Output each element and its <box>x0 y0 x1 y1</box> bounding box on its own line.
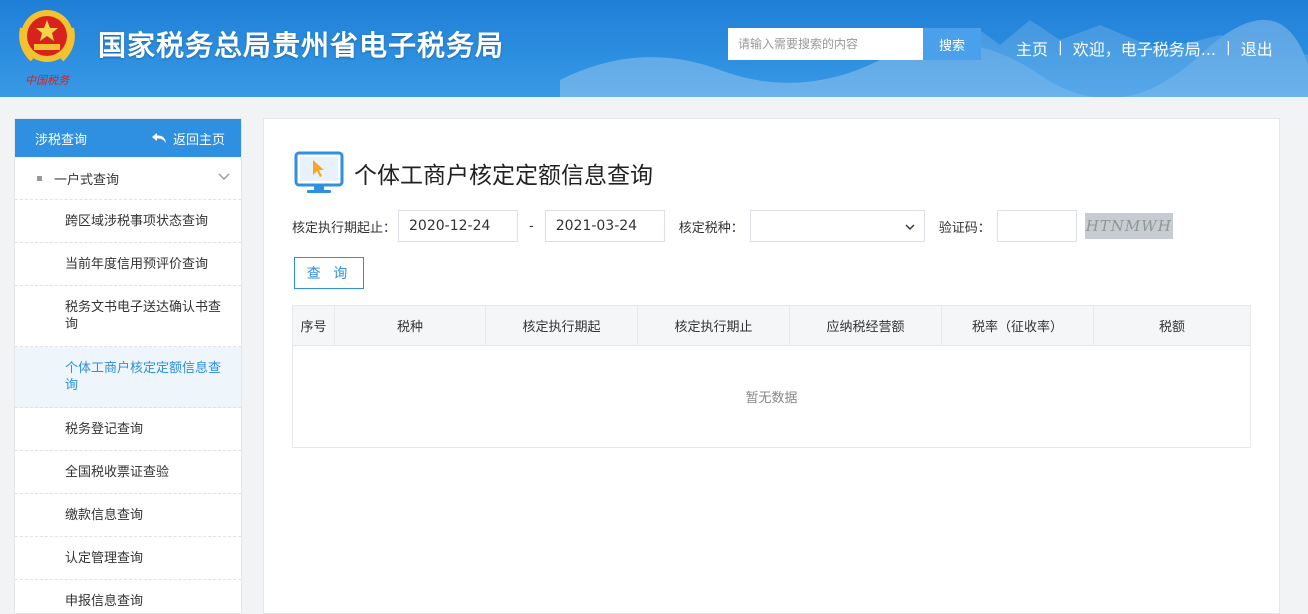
captcha-label: 验证码： <box>938 220 991 236</box>
tax-type-label: 核定税种： <box>678 220 744 236</box>
sidebar-item-credit-pre-evaluation[interactable]: 当前年度信用预评价查询 <box>15 243 241 286</box>
tax-type-select[interactable] <box>749 210 925 242</box>
sidebar-item-qualification-query[interactable]: 认定管理查询 <box>15 537 241 580</box>
column-header: 税额 <box>1158 320 1185 335</box>
sidebar-item-label: 税务文书电子送达确认书查询 <box>65 300 222 332</box>
tax-emblem-logo: 中国税务 <box>14 6 80 88</box>
column-header: 序号 <box>293 306 335 345</box>
main-panel: 个体工商户核定定额信息查询 核定执行期起止： 2020-12-24 - 2021… <box>263 118 1280 614</box>
search-input[interactable] <box>728 28 923 60</box>
sidebar-item-label: 缴款信息查询 <box>65 507 144 523</box>
nav-separator: | <box>1226 40 1231 56</box>
sidebar-group-label: 一户式查询 <box>54 172 120 188</box>
sidebar-item-payment-info[interactable]: 缴款信息查询 <box>15 494 241 537</box>
nav-separator: | <box>1058 40 1063 56</box>
bullet-icon <box>37 175 42 181</box>
query-form: 核定执行期起止： 2020-12-24 - 2021-03-24 核定税种： 验… <box>292 210 1173 242</box>
date-separator: - <box>529 218 534 234</box>
sidebar-item-label: 当前年度信用预评价查询 <box>65 256 209 272</box>
back-arrow-icon <box>151 133 166 143</box>
sidebar-item-label: 个体工商户核定定额信息查询 <box>65 361 222 393</box>
sidebar-item-declaration-query[interactable]: 申报信息查询 <box>15 580 241 614</box>
period-label: 核定执行期起止： <box>292 220 397 236</box>
back-home-label: 返回主页 <box>172 132 225 148</box>
column-header: 核定执行期起 <box>486 306 638 345</box>
sidebar-item-individual-quota-query[interactable]: 个体工商户核定定额信息查询 <box>15 347 241 408</box>
monitor-cursor-icon <box>294 151 344 193</box>
chevron-down-icon <box>905 224 915 230</box>
result-table: 序号 税种 核定执行期起 核定执行期止 应纳税经营额 税率（征收率） 税额 暂无… <box>292 305 1251 448</box>
page-heading: 个体工商户核定定额信息查询 <box>294 151 653 195</box>
sidebar-item-tax-receipt-check[interactable]: 全国税收票证查验 <box>15 451 241 494</box>
sidebar-item-label: 申报信息查询 <box>65 593 144 609</box>
top-header: 中国税务 国家税务总局贵州省电子税务局 搜索 主页 | 欢迎，电子税务局... … <box>0 0 1308 97</box>
page-title: 个体工商户核定定额信息查询 <box>354 163 653 189</box>
chevron-down-icon <box>218 173 230 180</box>
column-header: 核定执行期止 <box>638 306 790 345</box>
empty-state-text: 暂无数据 <box>745 391 798 406</box>
column-header: 税种 <box>335 306 486 345</box>
svg-text:中国税务: 中国税务 <box>25 74 70 87</box>
nav-logout-link[interactable]: 退出 <box>1241 36 1273 60</box>
sidebar-title: 涉税查询 <box>35 132 88 148</box>
column-header: 应纳税经营额 <box>790 306 942 345</box>
sidebar-item-label: 税务登记查询 <box>65 421 144 437</box>
sidebar-header: 涉税查询 返回主页 <box>15 119 241 157</box>
sidebar-item-label: 认定管理查询 <box>65 550 144 566</box>
back-home-link[interactable]: 返回主页 <box>151 129 225 148</box>
table-header: 序号 税种 核定执行期起 核定执行期止 应纳税经营额 税率（征收率） 税额 <box>293 306 1250 346</box>
search-button[interactable]: 搜索 <box>923 28 981 60</box>
end-date-input[interactable]: 2021-03-24 <box>544 210 665 242</box>
sidebar-item-tax-registration[interactable]: 税务登记查询 <box>15 408 241 451</box>
captcha-image[interactable]: HTNMWH <box>1084 213 1173 239</box>
site-title: 国家税务总局贵州省电子税务局 <box>98 29 505 62</box>
sidebar-item-cross-region-status[interactable]: 跨区域涉税事项状态查询 <box>15 200 241 243</box>
captcha-input[interactable] <box>996 210 1077 242</box>
sidebar: 涉税查询 返回主页 一户式查询 跨区域涉税事项状态查询 当前年度信用预评价查询 … <box>14 118 242 614</box>
sidebar-item-label: 跨区域涉税事项状态查询 <box>65 213 209 229</box>
column-header: 税率（征收率） <box>942 306 1094 345</box>
sidebar-item-label: 全国税收票证查验 <box>65 464 170 480</box>
nav-home-link[interactable]: 主页 <box>1016 36 1048 60</box>
query-button[interactable]: 查 询 <box>294 257 364 289</box>
sidebar-group-one-stop-query[interactable]: 一户式查询 <box>15 157 241 200</box>
sidebar-item-e-document-delivery[interactable]: 税务文书电子送达确认书查询 <box>15 286 241 347</box>
start-date-input[interactable]: 2020-12-24 <box>398 210 519 242</box>
top-nav: 主页 | 欢迎，电子税务局... | 退出 <box>1016 36 1273 60</box>
nav-welcome-user[interactable]: 欢迎，电子税务局... <box>1073 36 1216 60</box>
